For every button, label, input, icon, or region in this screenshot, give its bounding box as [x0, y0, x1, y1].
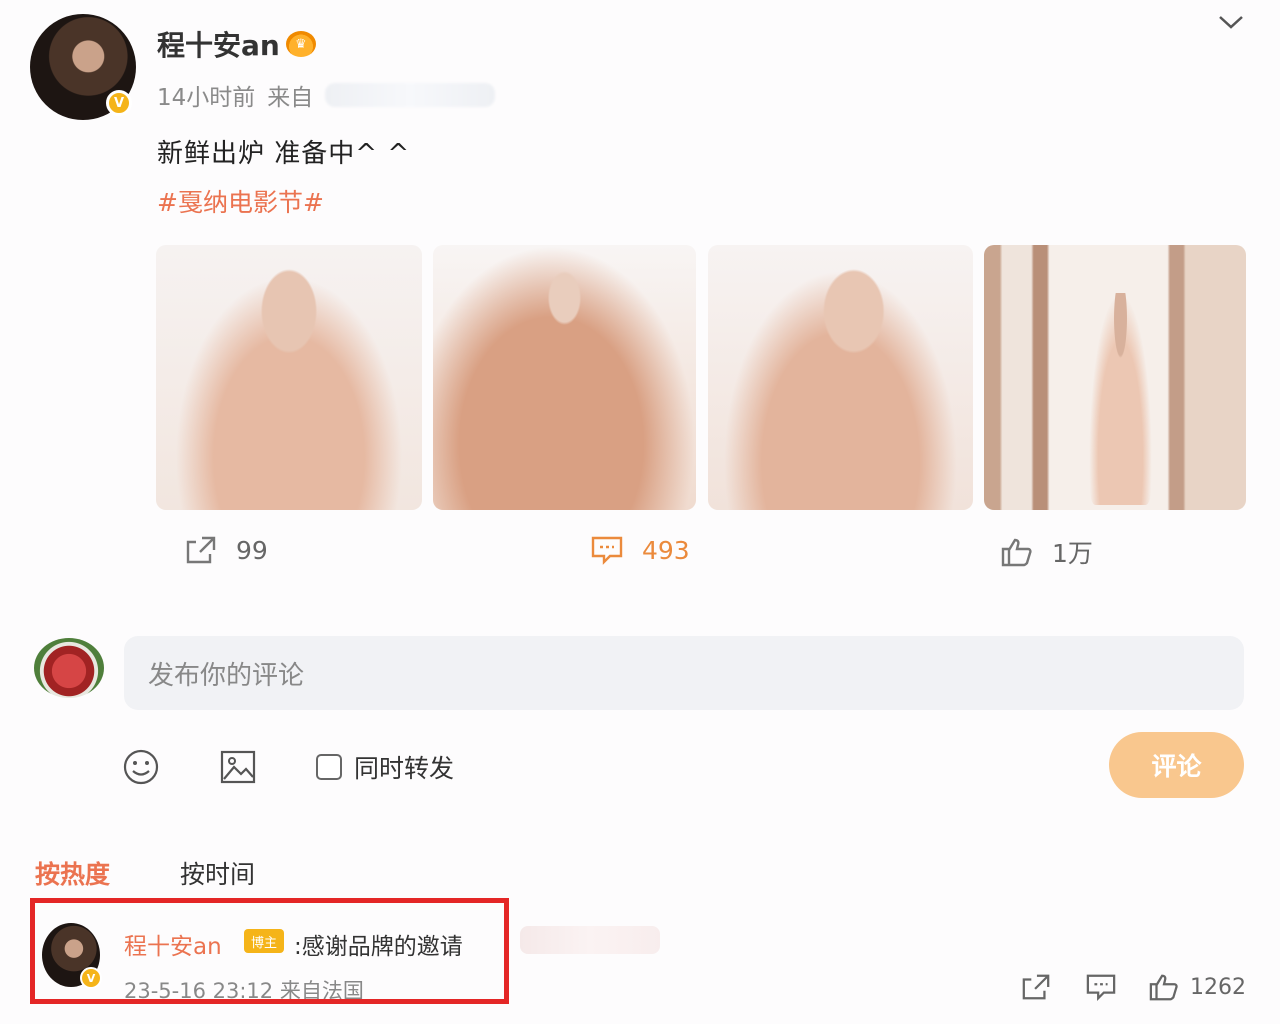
repost-checkbox[interactable]	[316, 754, 342, 780]
comment-icon	[590, 534, 624, 566]
author-name[interactable]: 程十安an	[157, 24, 280, 64]
blurred-source	[325, 83, 496, 107]
like-count: 1万	[1052, 539, 1093, 568]
current-user-avatar	[34, 638, 104, 698]
chevron-down-icon[interactable]	[1216, 10, 1246, 34]
comment-like-button[interactable]: 1262	[1148, 972, 1246, 1002]
comment-reply-button[interactable]	[1085, 972, 1117, 1002]
like-button[interactable]: 1万	[1000, 534, 1093, 570]
post-source-prefix: 来自	[267, 85, 314, 111]
comment-icon	[1085, 972, 1117, 1002]
post-text: 新鲜出炉 准备中^ ^	[157, 139, 411, 169]
post-hashtag[interactable]: #戛纳电影节#	[157, 183, 324, 219]
crown-icon: ♛	[285, 31, 316, 57]
blurred-mention	[520, 926, 660, 954]
tab-sort-time[interactable]: 按时间	[180, 855, 255, 891]
emoji-icon[interactable]	[121, 747, 161, 787]
image-icon[interactable]	[218, 747, 258, 787]
highlight-box	[30, 898, 509, 1004]
share-count: 99	[236, 535, 268, 565]
post-meta: 14小时前 来自	[157, 78, 496, 112]
repost-toggle[interactable]: 同时转发	[316, 749, 454, 785]
post-photo-2[interactable]	[433, 245, 696, 510]
post-photo-3[interactable]	[708, 245, 973, 510]
repost-label: 同时转发	[354, 754, 455, 783]
comment-input[interactable]: 发布你的评论	[124, 636, 1244, 710]
submit-comment-button[interactable]: 评论	[1109, 732, 1244, 798]
comment-share-button[interactable]	[1020, 972, 1052, 1002]
share-icon	[1020, 972, 1052, 1002]
post-time: 14小时前	[157, 85, 256, 111]
comment-like-count: 1262	[1190, 974, 1246, 1000]
share-button[interactable]: 99	[184, 534, 268, 566]
author-avatar[interactable]: V	[30, 14, 136, 120]
post-author: 程十安an ♛	[157, 24, 316, 64]
thumbs-up-icon	[1148, 972, 1180, 1002]
tab-sort-hot[interactable]: 按热度	[35, 855, 110, 891]
thumbs-up-icon	[1000, 536, 1034, 568]
post-photo-4[interactable]	[984, 245, 1246, 510]
share-icon	[184, 534, 218, 566]
comment-count: 493	[642, 535, 690, 565]
post-photo-1[interactable]	[156, 245, 422, 510]
comment-button[interactable]: 493	[590, 534, 690, 566]
verified-badge-icon: V	[106, 90, 132, 116]
